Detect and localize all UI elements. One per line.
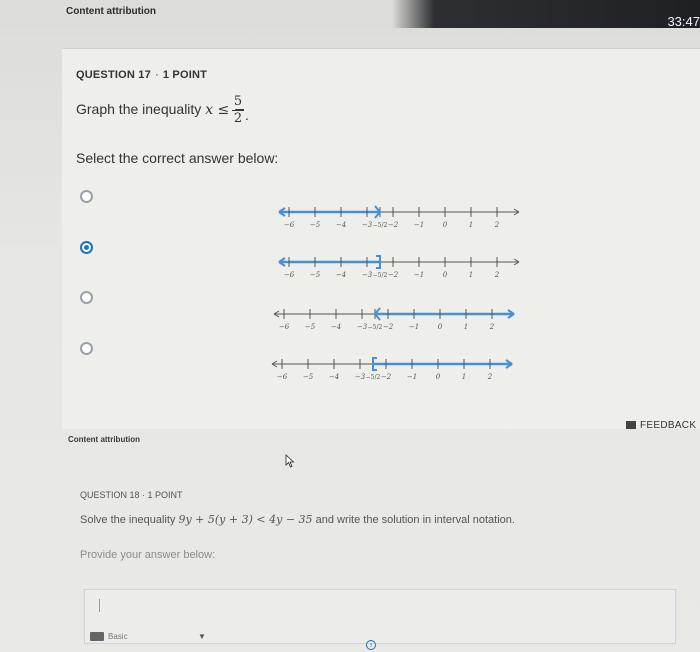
text-caret — [99, 599, 100, 612]
tick-label: −3 — [357, 323, 368, 331]
tick-label: −6 — [279, 323, 290, 331]
chevron-down-icon: ▼ — [198, 632, 206, 641]
tick-label-fraction: −5/2 — [373, 222, 388, 229]
tick-label: −1 — [409, 323, 419, 331]
tick-label: 1 — [469, 271, 473, 279]
tick-label: 2 — [489, 323, 495, 331]
number-line-option-4[interactable]: −6 −5 −4 −3 −2 −1 0 1 2 −5/2 — [268, 352, 518, 386]
tick-label: 2 — [487, 373, 493, 381]
tick-label-fraction: −5/2 — [373, 272, 388, 279]
tick-label: 2 — [494, 271, 500, 279]
tick-label: 0 — [436, 373, 441, 381]
tick-label: −6 — [277, 373, 288, 381]
fraction: 5 2 — [232, 94, 244, 126]
answer-option-radio-3[interactable] — [80, 291, 93, 304]
mouse-cursor-icon — [285, 454, 295, 468]
tick-label: 1 — [462, 373, 466, 381]
tick-label: −2 — [381, 373, 392, 381]
tick-label: −5 — [310, 271, 321, 279]
content-attribution-label: Content attribution — [66, 6, 156, 17]
tick-label: −1 — [414, 221, 424, 229]
provide-answer-label: Provide your answer below: — [80, 549, 216, 561]
tick-label: 0 — [443, 271, 448, 279]
tick-label-fraction: −5/2 — [366, 374, 381, 381]
keyboard-icon — [90, 632, 104, 641]
tick-label: −5 — [305, 323, 316, 331]
answer-option-radio-4[interactable] — [80, 342, 93, 355]
tick-label: −6 — [284, 221, 295, 229]
question-header: QUESTION 17 · 1 POINT — [76, 69, 208, 81]
tick-label: −6 — [284, 271, 295, 279]
content-attribution-label-2: Content attribution — [68, 435, 140, 444]
tick-label: −4 — [336, 221, 346, 229]
question-prompt: Graph the inequality x ≤ − — [76, 101, 246, 118]
select-answer-label: Select the correct answer below: — [76, 150, 279, 166]
tick-label: −4 — [329, 373, 339, 381]
keyboard-selector[interactable]: Basic ▼ — [90, 630, 210, 646]
tick-label: −1 — [414, 271, 424, 279]
top-bar: Content attribution 33:47 — [0, 0, 700, 29]
tick-label: −3 — [362, 271, 373, 279]
tick-label: −2 — [388, 271, 399, 279]
tick-label: 0 — [443, 221, 448, 229]
info-icon[interactable]: i — [366, 640, 376, 650]
tick-label: −5 — [303, 373, 314, 381]
tick-label: 1 — [469, 221, 473, 229]
question-points: 1 POINT — [162, 69, 208, 81]
tick-label: −4 — [336, 271, 346, 279]
timer: 33:47 — [667, 14, 700, 29]
answer-option-radio-2[interactable] — [80, 241, 93, 254]
tick-label: −4 — [331, 323, 341, 331]
tick-label: −5 — [310, 221, 321, 229]
feedback-button[interactable]: FEEDBACK — [626, 420, 696, 431]
answer-option-radio-1[interactable] — [80, 190, 93, 203]
inequality-18-math: 9y + 5(y + 3) < 4y − 35 — [178, 513, 313, 526]
tick-label: 2 — [494, 221, 500, 229]
question-18-header: QUESTION 18 · 1 POINT — [80, 490, 183, 500]
tick-label: −3 — [362, 221, 373, 229]
tick-label-fraction: −5/2 — [368, 324, 383, 331]
question-18-prompt: Solve the inequality 9y + 5(y + 3) < 4y … — [80, 513, 515, 526]
tick-label: −1 — [407, 373, 417, 381]
number-line-option-3[interactable]: −6 −5 −4 −3 −2 −1 0 1 2 −5/2 — [270, 302, 520, 336]
number-line-option-2[interactable]: −6 −5 −4 −3 −2 −1 0 1 2 −5/2 — [275, 250, 525, 284]
tick-label: 0 — [438, 323, 443, 331]
question-number: QUESTION 17 — [76, 69, 151, 81]
tick-label: 1 — [464, 323, 468, 331]
tick-label: −2 — [383, 323, 394, 331]
number-line-option-1[interactable]: −6 −5 −4 −3 −2 −1 0 1 2 −5/2 — [275, 200, 525, 234]
tick-label: −3 — [355, 373, 366, 381]
feedback-icon — [626, 421, 636, 429]
tick-label: −2 — [388, 221, 399, 229]
